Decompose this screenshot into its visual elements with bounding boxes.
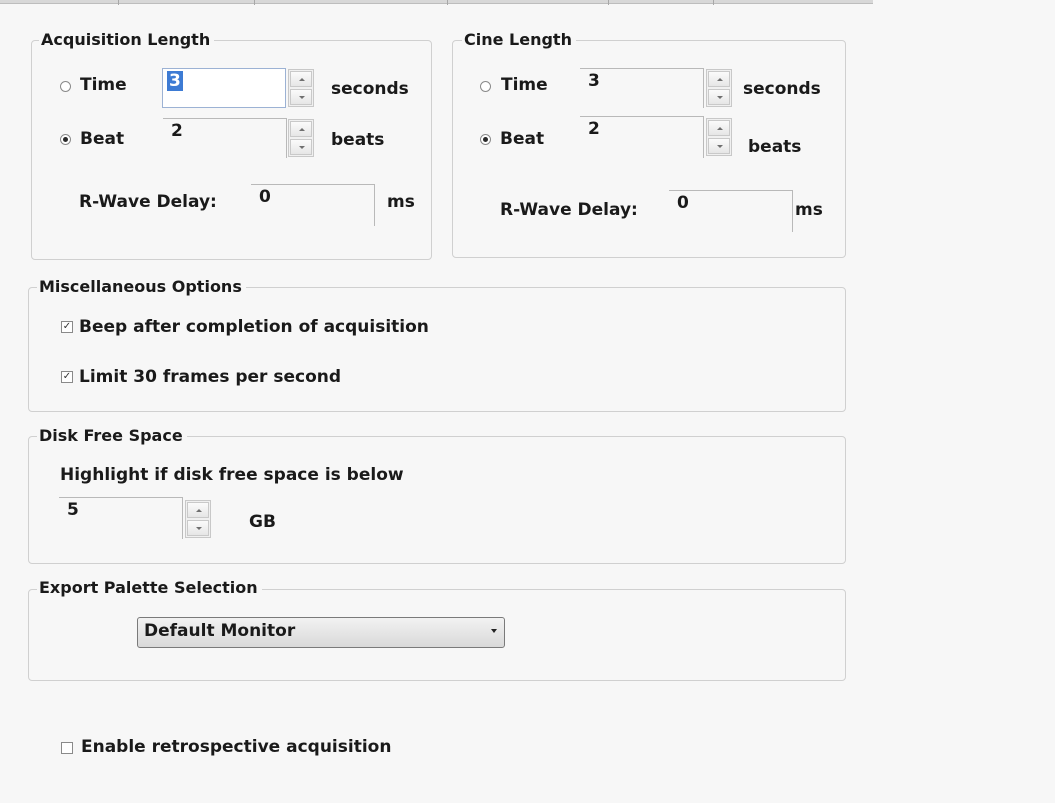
- acq-beat-label: Beat: [80, 129, 125, 149]
- cine-beat-unit: beats: [748, 137, 802, 157]
- acq-rwave-input[interactable]: 0: [251, 184, 375, 226]
- limit-fps-label: Limit 30 frames per second: [79, 367, 342, 387]
- acq-rwave-value: 0: [259, 187, 271, 207]
- cine-time-input[interactable]: 3: [580, 68, 704, 108]
- limit-fps-checkbox[interactable]: ✓: [61, 371, 73, 383]
- cine-time-spinner[interactable]: [706, 69, 732, 107]
- check-icon: ✓: [62, 371, 72, 382]
- disk-free-space-description: Highlight if disk free space is below: [60, 465, 404, 485]
- disk-free-space-unit: GB: [249, 512, 276, 532]
- cine-beat-label: Beat: [500, 129, 545, 149]
- cine-time-radio[interactable]: [480, 81, 491, 92]
- top-divider-tick: [254, 0, 255, 5]
- cine-time-label: Time: [501, 75, 548, 95]
- acq-beat-input[interactable]: 2: [163, 118, 287, 158]
- top-divider-tick: [713, 0, 714, 5]
- beep-checkbox[interactable]: ✓: [61, 321, 73, 333]
- disk-free-space-title: Disk Free Space: [37, 426, 187, 446]
- export-palette-dropdown[interactable]: Default Monitor: [137, 617, 505, 648]
- acq-time-input[interactable]: 3: [162, 68, 286, 108]
- spin-down-icon[interactable]: [290, 89, 312, 105]
- acq-time-radio[interactable]: [60, 81, 71, 92]
- cine-rwave-value: 0: [677, 193, 689, 213]
- acq-time-unit: seconds: [331, 79, 409, 99]
- spin-down-icon[interactable]: [187, 520, 209, 536]
- acq-beat-spinner[interactable]: [288, 119, 314, 157]
- beep-label: Beep after completion of acquisition: [79, 317, 429, 337]
- retrospective-checkbox[interactable]: [61, 742, 73, 754]
- retrospective-label: Enable retrospective acquisition: [81, 737, 392, 757]
- acq-time-label: Time: [80, 75, 127, 95]
- spin-up-icon[interactable]: [290, 71, 312, 87]
- misc-options-title: Miscellaneous Options: [37, 277, 246, 297]
- chevron-down-icon[interactable]: [491, 629, 497, 633]
- cine-beat-input[interactable]: 2: [580, 116, 704, 158]
- acq-rwave-unit: ms: [387, 192, 415, 212]
- cine-beat-value: 2: [588, 119, 600, 139]
- cine-time-unit: seconds: [743, 79, 821, 99]
- cine-time-value: 3: [588, 71, 600, 91]
- top-divider-tick: [608, 0, 609, 5]
- misc-options-group: [28, 287, 846, 412]
- acq-beat-value: 2: [171, 121, 183, 141]
- top-divider-tick: [118, 0, 119, 5]
- export-palette-title: Export Palette Selection: [37, 578, 262, 598]
- export-palette-selected: Default Monitor: [144, 621, 296, 641]
- cine-beat-radio[interactable]: [480, 134, 491, 145]
- cine-rwave-unit: ms: [795, 200, 823, 220]
- top-divider: [0, 0, 873, 4]
- spin-down-icon[interactable]: [708, 89, 730, 105]
- spin-up-icon[interactable]: [708, 120, 730, 136]
- acq-time-spinner[interactable]: [288, 69, 314, 107]
- cine-rwave-input[interactable]: 0: [669, 190, 793, 232]
- spin-down-icon[interactable]: [708, 138, 730, 154]
- spin-down-icon[interactable]: [290, 139, 312, 155]
- spin-up-icon[interactable]: [187, 502, 209, 518]
- spin-up-icon[interactable]: [290, 121, 312, 137]
- disk-free-space-value: 5: [67, 500, 79, 520]
- acq-beat-radio[interactable]: [60, 134, 71, 145]
- check-icon: ✓: [62, 321, 72, 332]
- acq-rwave-label: R-Wave Delay:: [79, 192, 217, 212]
- acq-beat-unit: beats: [331, 130, 385, 150]
- cine-rwave-label: R-Wave Delay:: [500, 200, 638, 220]
- cine-beat-spinner[interactable]: [706, 118, 732, 156]
- spin-up-icon[interactable]: [708, 71, 730, 87]
- disk-free-space-input[interactable]: 5: [59, 497, 183, 539]
- acquisition-length-title: Acquisition Length: [39, 30, 215, 50]
- cine-length-title: Cine Length: [462, 30, 576, 50]
- top-divider-tick: [447, 0, 448, 5]
- acq-time-value: 3: [167, 71, 183, 91]
- disk-free-space-spinner[interactable]: [185, 500, 211, 538]
